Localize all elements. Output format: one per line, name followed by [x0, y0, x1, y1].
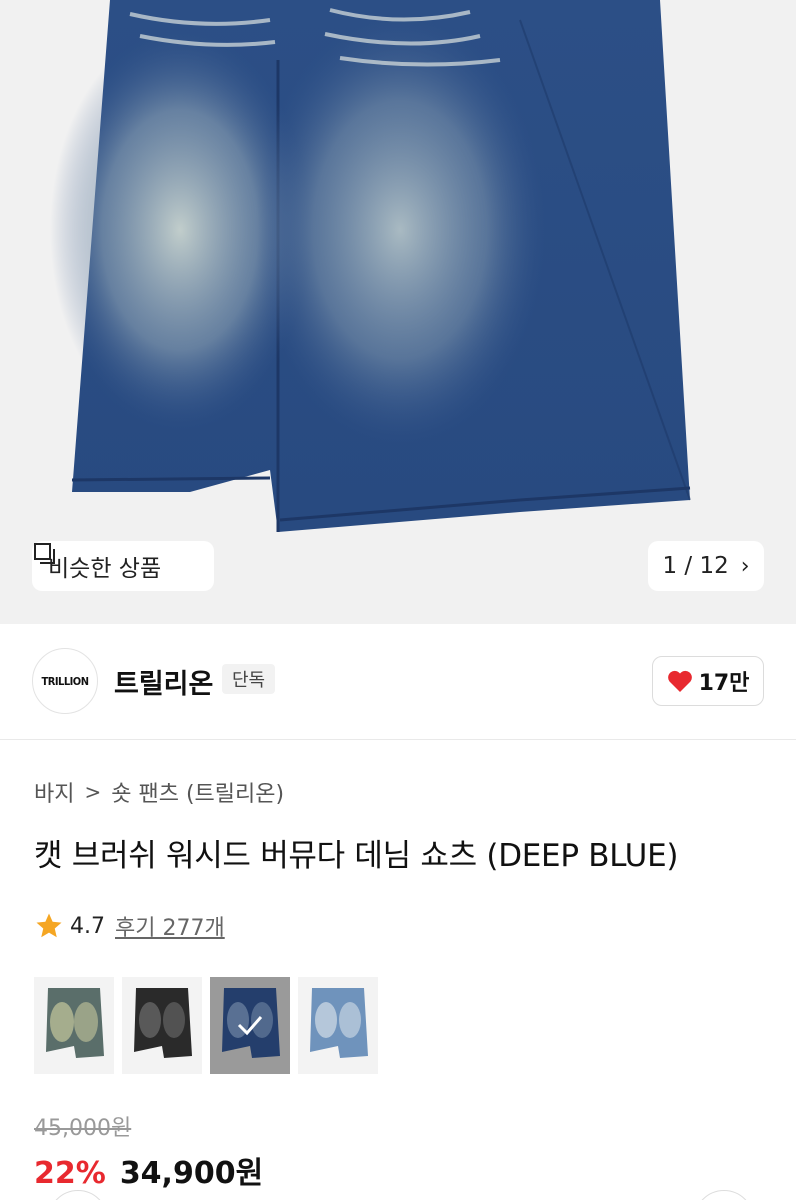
- sale-price: 34,900원: [119, 1156, 264, 1191]
- color-swatches: [34, 977, 378, 1074]
- page-indicator: 1 / 12: [662, 553, 729, 579]
- price-row: 22% 34,900원: [34, 1148, 263, 1192]
- rating-row: 4.7 후기 277개: [34, 910, 225, 942]
- similar-products-icon: [34, 543, 55, 564]
- brand-logo-text: TRILLION: [41, 674, 89, 688]
- check-icon: [237, 1016, 263, 1036]
- swatch-shorts-image: [134, 987, 192, 1058]
- brand-row: TRILLION 트릴리온 단독 17만: [0, 624, 796, 740]
- like-button[interactable]: 17만: [652, 656, 764, 706]
- swatch-shorts-image: [46, 987, 104, 1058]
- exclusive-badge: 단독: [222, 664, 276, 694]
- breadcrumb-separator: >: [84, 780, 102, 804]
- original-price: 45,000원: [34, 1116, 132, 1141]
- breadcrumb-subcategory[interactable]: 숏 팬츠 (트릴리온): [111, 776, 284, 808]
- swatch-black[interactable]: [122, 977, 202, 1074]
- reviews-link[interactable]: 후기 277개: [115, 910, 225, 942]
- swatch-deep-blue[interactable]: [210, 977, 290, 1074]
- floating-button-right[interactable]: [694, 1190, 754, 1200]
- star-icon: [36, 913, 62, 938]
- denim-shorts-photo: [50, 0, 691, 532]
- swatch-light-blue[interactable]: [298, 977, 378, 1074]
- swatch-vintage-wash[interactable]: [34, 977, 114, 1074]
- similar-products-label: 비슷한 상품: [48, 556, 162, 582]
- breadcrumb-category[interactable]: 바지: [34, 776, 74, 808]
- heart-icon: [667, 670, 692, 692]
- swatch-shorts-image: [310, 987, 368, 1058]
- chevron-right-icon: ›: [740, 553, 750, 579]
- rating-value: 4.7: [70, 913, 105, 939]
- like-count: 17만: [698, 671, 750, 696]
- image-pager[interactable]: 1 / 12 ›: [648, 541, 764, 591]
- similar-products-button[interactable]: 비슷한 상품: [32, 541, 214, 591]
- brand-logo[interactable]: TRILLION: [32, 648, 98, 714]
- brand-name[interactable]: 트릴리온: [114, 662, 213, 701]
- discount-rate: 22%: [34, 1156, 106, 1191]
- breadcrumb: 바지 > 숏 팬츠 (트릴리온): [34, 776, 284, 808]
- product-image[interactable]: 비슷한 상품 1 / 12 ›: [0, 0, 796, 624]
- product-title: 캣 브러쉬 워시드 버뮤다 데님 쇼츠 (DEEP BLUE): [34, 838, 679, 874]
